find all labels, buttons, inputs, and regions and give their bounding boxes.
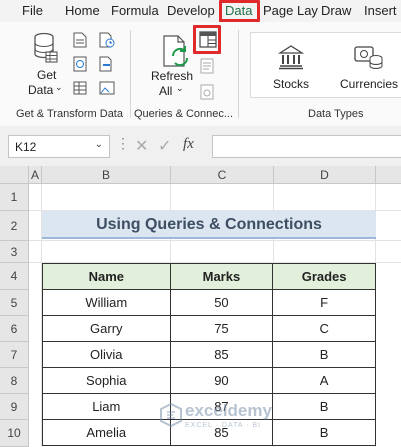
menu-developer[interactable]: Develop: [167, 3, 215, 18]
column-header-d[interactable]: D: [274, 166, 376, 184]
column-header-a[interactable]: A: [29, 166, 42, 184]
formula-bar: K12 ⌄ ⋮ ✕ ✓ fx: [0, 126, 401, 166]
text-csv-icon[interactable]: [73, 32, 87, 51]
header-grades[interactable]: Grades: [272, 263, 376, 290]
recent-sources-icon[interactable]: [99, 32, 115, 51]
data-tab-highlight: [219, 0, 260, 22]
menu-insert[interactable]: Insert: [364, 3, 397, 18]
menu-formulas[interactable]: Formula: [111, 3, 159, 18]
cell-marks[interactable]: 50: [169, 289, 274, 316]
get-data-label-2[interactable]: Data: [28, 83, 53, 97]
cell-grade[interactable]: B: [272, 393, 376, 420]
group-label-data-types: Data Types: [308, 108, 364, 120]
chevron-down-icon[interactable]: ⌄: [176, 83, 184, 94]
cell-name[interactable]: Sophia: [42, 367, 171, 394]
chevron-down-icon[interactable]: ⌄: [95, 139, 103, 150]
menu-bar: File Home Formula Develop Data Page Lay …: [0, 0, 401, 22]
select-all-corner[interactable]: [0, 166, 29, 184]
currencies-icon[interactable]: [354, 44, 384, 73]
cell-marks[interactable]: 85: [169, 341, 274, 368]
cell-name[interactable]: Liam: [42, 393, 171, 420]
group-label-get-transform: Get & Transform Data: [16, 108, 123, 120]
watermark: exceldemy EXCEL · DATA · BI: [160, 398, 280, 438]
database-icon[interactable]: [33, 32, 59, 67]
group-separator: [130, 30, 131, 118]
web-icon[interactable]: [73, 56, 87, 75]
cell-marks[interactable]: 75: [169, 315, 274, 342]
table-row: Sophia 90 A: [42, 367, 376, 394]
column-header-b[interactable]: B: [42, 166, 171, 184]
formula-input[interactable]: [212, 135, 401, 158]
cell-grade[interactable]: F: [272, 289, 376, 316]
group-label-queries: Queries & Connec...: [134, 108, 234, 120]
edit-links-icon[interactable]: [200, 84, 214, 103]
row-header-2[interactable]: 2: [0, 211, 29, 241]
cell-marks[interactable]: 90: [169, 367, 274, 394]
row-header-4[interactable]: 4: [0, 263, 29, 290]
ribbon: Get Data ⌄ Get & Transform Data Refresh …: [0, 22, 401, 126]
table-row: Garry 75 C: [42, 315, 376, 342]
cell-name[interactable]: Garry: [42, 315, 171, 342]
stocks-label[interactable]: Stocks: [273, 77, 309, 91]
row-header-7[interactable]: 7: [0, 342, 29, 368]
refresh-all-label-2[interactable]: All: [159, 84, 172, 98]
column-header-e[interactable]: [376, 166, 401, 184]
formula-controls: ✕ ✓ fx: [125, 135, 210, 158]
menu-home[interactable]: Home: [65, 3, 100, 18]
menu-page-layout[interactable]: Page Lay: [263, 3, 318, 18]
exceldemy-logo-icon: [160, 403, 182, 427]
cancel-icon[interactable]: ✕: [135, 136, 148, 156]
row-header-1[interactable]: 1: [0, 184, 29, 211]
row-header-8[interactable]: 8: [0, 368, 29, 394]
cell-grade[interactable]: C: [272, 315, 376, 342]
watermark-brand: exceldemy: [185, 401, 272, 420]
existing-connections-icon[interactable]: [99, 56, 115, 75]
enter-icon[interactable]: ✓: [158, 136, 171, 156]
column-header-c[interactable]: C: [171, 166, 274, 184]
row-header-10[interactable]: 10: [0, 420, 29, 447]
chevron-down-icon[interactable]: ⌄: [55, 82, 63, 93]
sheet-title[interactable]: Using Queries & Connections: [42, 211, 376, 239]
menu-draw[interactable]: Draw: [321, 3, 351, 18]
stocks-icon[interactable]: [277, 44, 305, 73]
gridline: [29, 240, 401, 241]
header-name[interactable]: Name: [42, 263, 171, 290]
cell-grade[interactable]: B: [272, 341, 376, 368]
table-row: William 50 F: [42, 289, 376, 316]
insert-function-icon[interactable]: fx: [183, 136, 194, 153]
cell-grade[interactable]: B: [272, 419, 376, 446]
row-header-3[interactable]: 3: [0, 241, 29, 263]
row-header-9[interactable]: 9: [0, 394, 29, 420]
get-data-label[interactable]: Get: [37, 68, 56, 82]
properties-icon[interactable]: [200, 58, 214, 77]
name-box-value: K12: [15, 140, 37, 154]
cell-name[interactable]: Olivia: [42, 341, 171, 368]
table-range-icon[interactable]: [73, 80, 87, 99]
cell-name[interactable]: Amelia: [42, 419, 171, 446]
refresh-all-icon[interactable]: [161, 34, 193, 73]
queries-button-highlight: [193, 25, 221, 54]
currencies-label[interactable]: Currencies: [340, 77, 398, 91]
cell-name[interactable]: William: [42, 289, 171, 316]
group-separator: [238, 30, 239, 118]
table-header-row: Name Marks Grades: [42, 263, 376, 290]
header-marks[interactable]: Marks: [169, 263, 274, 290]
name-box[interactable]: K12 ⌄: [8, 135, 110, 158]
row-header-5[interactable]: 5: [0, 290, 29, 316]
picture-icon[interactable]: [99, 80, 115, 99]
table-row: Olivia 85 B: [42, 341, 376, 368]
cell-grade[interactable]: A: [272, 367, 376, 394]
row-header-6[interactable]: 6: [0, 316, 29, 342]
watermark-tagline: EXCEL · DATA · BI: [185, 422, 261, 429]
refresh-all-label[interactable]: Refresh: [151, 69, 193, 83]
menu-file[interactable]: File: [22, 3, 43, 18]
